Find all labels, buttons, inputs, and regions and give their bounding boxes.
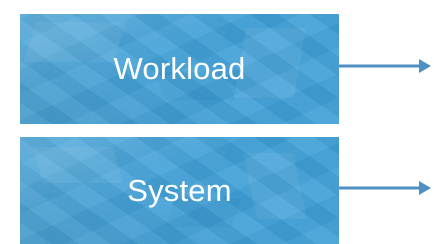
workload-label: Workload — [113, 51, 246, 86]
workload-box: Workload — [20, 14, 339, 124]
workload-arrow — [339, 59, 431, 73]
system-label: System — [127, 172, 232, 208]
system-arrow — [339, 181, 431, 195]
system-box-texture — [32, 147, 124, 183]
workload-box-texture — [23, 22, 127, 62]
system-box: System — [20, 137, 339, 244]
workload-arrow-head — [419, 59, 431, 73]
system-arrow-head — [419, 181, 431, 195]
system-box-texture — [242, 153, 308, 219]
